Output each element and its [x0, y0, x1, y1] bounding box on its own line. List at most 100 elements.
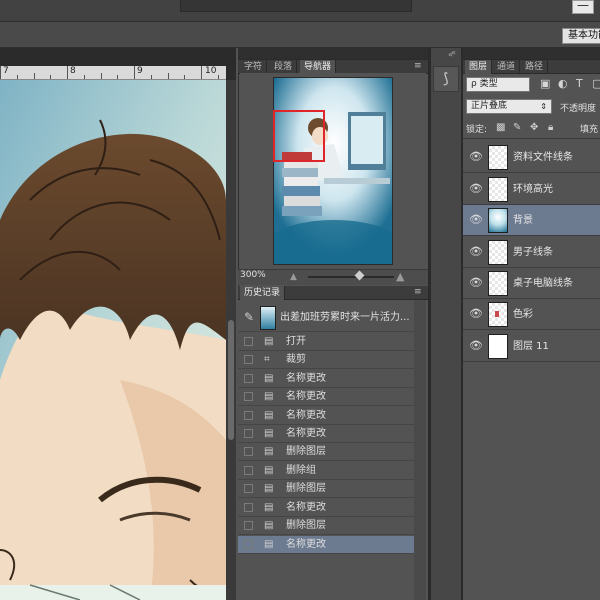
document-icon: ▤ [264, 446, 274, 457]
lock-position-icon[interactable]: ✥ [530, 122, 538, 133]
panel-collapse-strip[interactable] [238, 48, 428, 60]
horizontal-ruler: 7 8 9 10 [0, 66, 226, 80]
navigator-view-box[interactable] [273, 110, 325, 162]
zoom-out-icon[interactable]: ▲ [290, 272, 297, 282]
lock-pixels-icon[interactable]: ✎ [513, 122, 521, 133]
crop-icon: ⌗ [264, 354, 270, 365]
opacity-label: 不透明度 [560, 104, 597, 114]
document-icon: ▤ [264, 336, 274, 347]
lock-transparency-icon[interactable]: ▩ [496, 122, 505, 133]
history-item[interactable]: ▤ 删除图层 [238, 480, 414, 498]
layer-row-selected[interactable]: 👁︎ 背景 [463, 205, 600, 236]
zoom-slider-track[interactable] [308, 276, 394, 278]
layer-row[interactable]: 👁︎ 环境高光 [463, 174, 600, 205]
eye-icon[interactable]: 👁︎ [469, 339, 483, 352]
lock-all-icon[interactable]: 🔒︎ [548, 122, 553, 133]
history-checkbox[interactable] [244, 521, 253, 530]
history-checkbox[interactable] [244, 411, 253, 420]
document-icon: ▤ [264, 502, 274, 513]
history-item[interactable]: ▤ 删除图层 [238, 443, 414, 461]
history-item-selected[interactable]: ▤ 名称更改 [238, 536, 414, 554]
eye-icon[interactable]: 👁︎ [469, 276, 483, 289]
history-checkbox[interactable] [244, 447, 253, 456]
shape-filter-icon[interactable]: ▢ [592, 77, 600, 91]
eye-icon[interactable]: 👁︎ [469, 307, 483, 320]
image-canvas[interactable] [0, 80, 226, 600]
title-bar [0, 0, 600, 22]
panel-menu-icon[interactable]: ≡ [414, 287, 422, 297]
collapse-arrows-icon[interactable]: « [451, 48, 456, 57]
layer-row[interactable]: 👁︎ 色彩 [463, 299, 600, 330]
tab-navigator[interactable]: 导航器 [300, 60, 337, 74]
adjustment-filter-icon[interactable]: ◐ [558, 77, 570, 91]
panel-menu-icon[interactable]: ≡ [414, 61, 422, 71]
panel-collapse-strip[interactable]: « [451, 48, 600, 60]
snapshot-label: 出差加班劳累时来一片活力... [280, 312, 410, 323]
eye-icon[interactable]: 👁︎ [469, 182, 483, 195]
navigator-tabbar: 字符 段落 导航器 ≡ [238, 60, 428, 74]
history-checkbox[interactable] [244, 374, 253, 383]
layer-row[interactable]: 👁︎ 资料文件线条 [463, 142, 600, 173]
layers-tabbar: 图层 通道 路径 [463, 60, 600, 74]
history-item[interactable]: ▤ 打开 [238, 333, 414, 351]
brush-icon: ✎ [244, 310, 255, 324]
history-item[interactable]: ▤ 名称更改 [238, 407, 414, 425]
artwork-illustration [0, 80, 226, 600]
blend-mode-value: 正片叠底 [471, 101, 508, 111]
tab-history[interactable]: 历史记录 [240, 286, 286, 300]
eye-icon[interactable]: 👁︎ [469, 245, 483, 258]
image-filter-icon[interactable]: ▣ [540, 77, 552, 91]
eye-icon[interactable]: 👁︎ [469, 150, 483, 163]
history-item[interactable]: ▤ 名称更改 [238, 388, 414, 406]
layer-thumbnail [488, 208, 508, 233]
type-filter-icon[interactable]: T [576, 77, 588, 91]
history-checkbox[interactable] [244, 466, 253, 475]
workspace-switcher[interactable]: 基本功能 [562, 28, 600, 44]
document-icon: ▤ [264, 465, 274, 476]
history-checkbox[interactable] [244, 392, 253, 401]
zoom-in-icon[interactable]: ▲ [396, 270, 404, 283]
document-icon: ▤ [264, 428, 274, 439]
history-item[interactable]: ▤ 删除图层 [238, 517, 414, 535]
history-brush-panel-button[interactable]: ⟆ [433, 66, 459, 92]
history-checkbox[interactable] [244, 540, 253, 549]
eye-icon[interactable]: 👁︎ [469, 213, 483, 226]
history-checkbox[interactable] [244, 429, 253, 438]
history-item[interactable]: ▤ 删除组 [238, 462, 414, 480]
layer-filter-select[interactable]: ρ 类型 [466, 77, 530, 92]
history-item[interactable]: ▤ 名称更改 [238, 370, 414, 388]
layer-thumbnail [488, 145, 508, 170]
history-checkbox[interactable] [244, 337, 253, 346]
options-bar [0, 22, 600, 48]
tab-paragraph[interactable]: 段落 [270, 60, 298, 74]
layer-row[interactable]: 👁︎ 图层 11 [463, 331, 600, 362]
layer-thumbnail [488, 334, 508, 359]
lock-label: 锁定: [466, 125, 488, 135]
layer-row[interactable]: 👁︎ 桌子电脑线条 [463, 268, 600, 299]
tab-character[interactable]: 字符 [240, 60, 268, 74]
layer-thumbnail [488, 177, 508, 202]
history-item[interactable]: ▤ 名称更改 [238, 499, 414, 517]
document-icon: ▤ [264, 373, 274, 384]
snapshot-thumbnail [260, 306, 276, 330]
history-checkbox[interactable] [244, 503, 253, 512]
zoom-value[interactable]: 300% [240, 270, 266, 280]
history-scrollbar[interactable] [414, 300, 426, 600]
scrollbar-thumb[interactable] [228, 320, 234, 440]
layer-row[interactable]: 👁︎ 男子线条 [463, 237, 600, 268]
fill-label: 填充 [580, 125, 599, 135]
collapsed-panel-strip: « [431, 48, 461, 600]
history-snapshot[interactable]: ✎ 出差加班劳累时来一片活力... [238, 304, 414, 332]
minimize-button[interactable]: — [572, 0, 594, 14]
tab-paths[interactable]: 路径 [521, 60, 549, 74]
history-checkbox[interactable] [244, 484, 253, 493]
history-item[interactable]: ▤ 名称更改 [238, 425, 414, 443]
history-checkbox[interactable] [244, 355, 253, 364]
ruler-number: 9 [137, 66, 143, 76]
tab-channels[interactable]: 通道 [493, 60, 521, 74]
layer-thumbnail [488, 240, 508, 265]
navigator-preview[interactable] [273, 77, 393, 265]
blend-mode-select[interactable]: 正片叠底 ⇕ [466, 99, 552, 114]
tab-layers[interactable]: 图层 [465, 60, 493, 74]
history-item[interactable]: ⌗ 裁剪 [238, 351, 414, 369]
